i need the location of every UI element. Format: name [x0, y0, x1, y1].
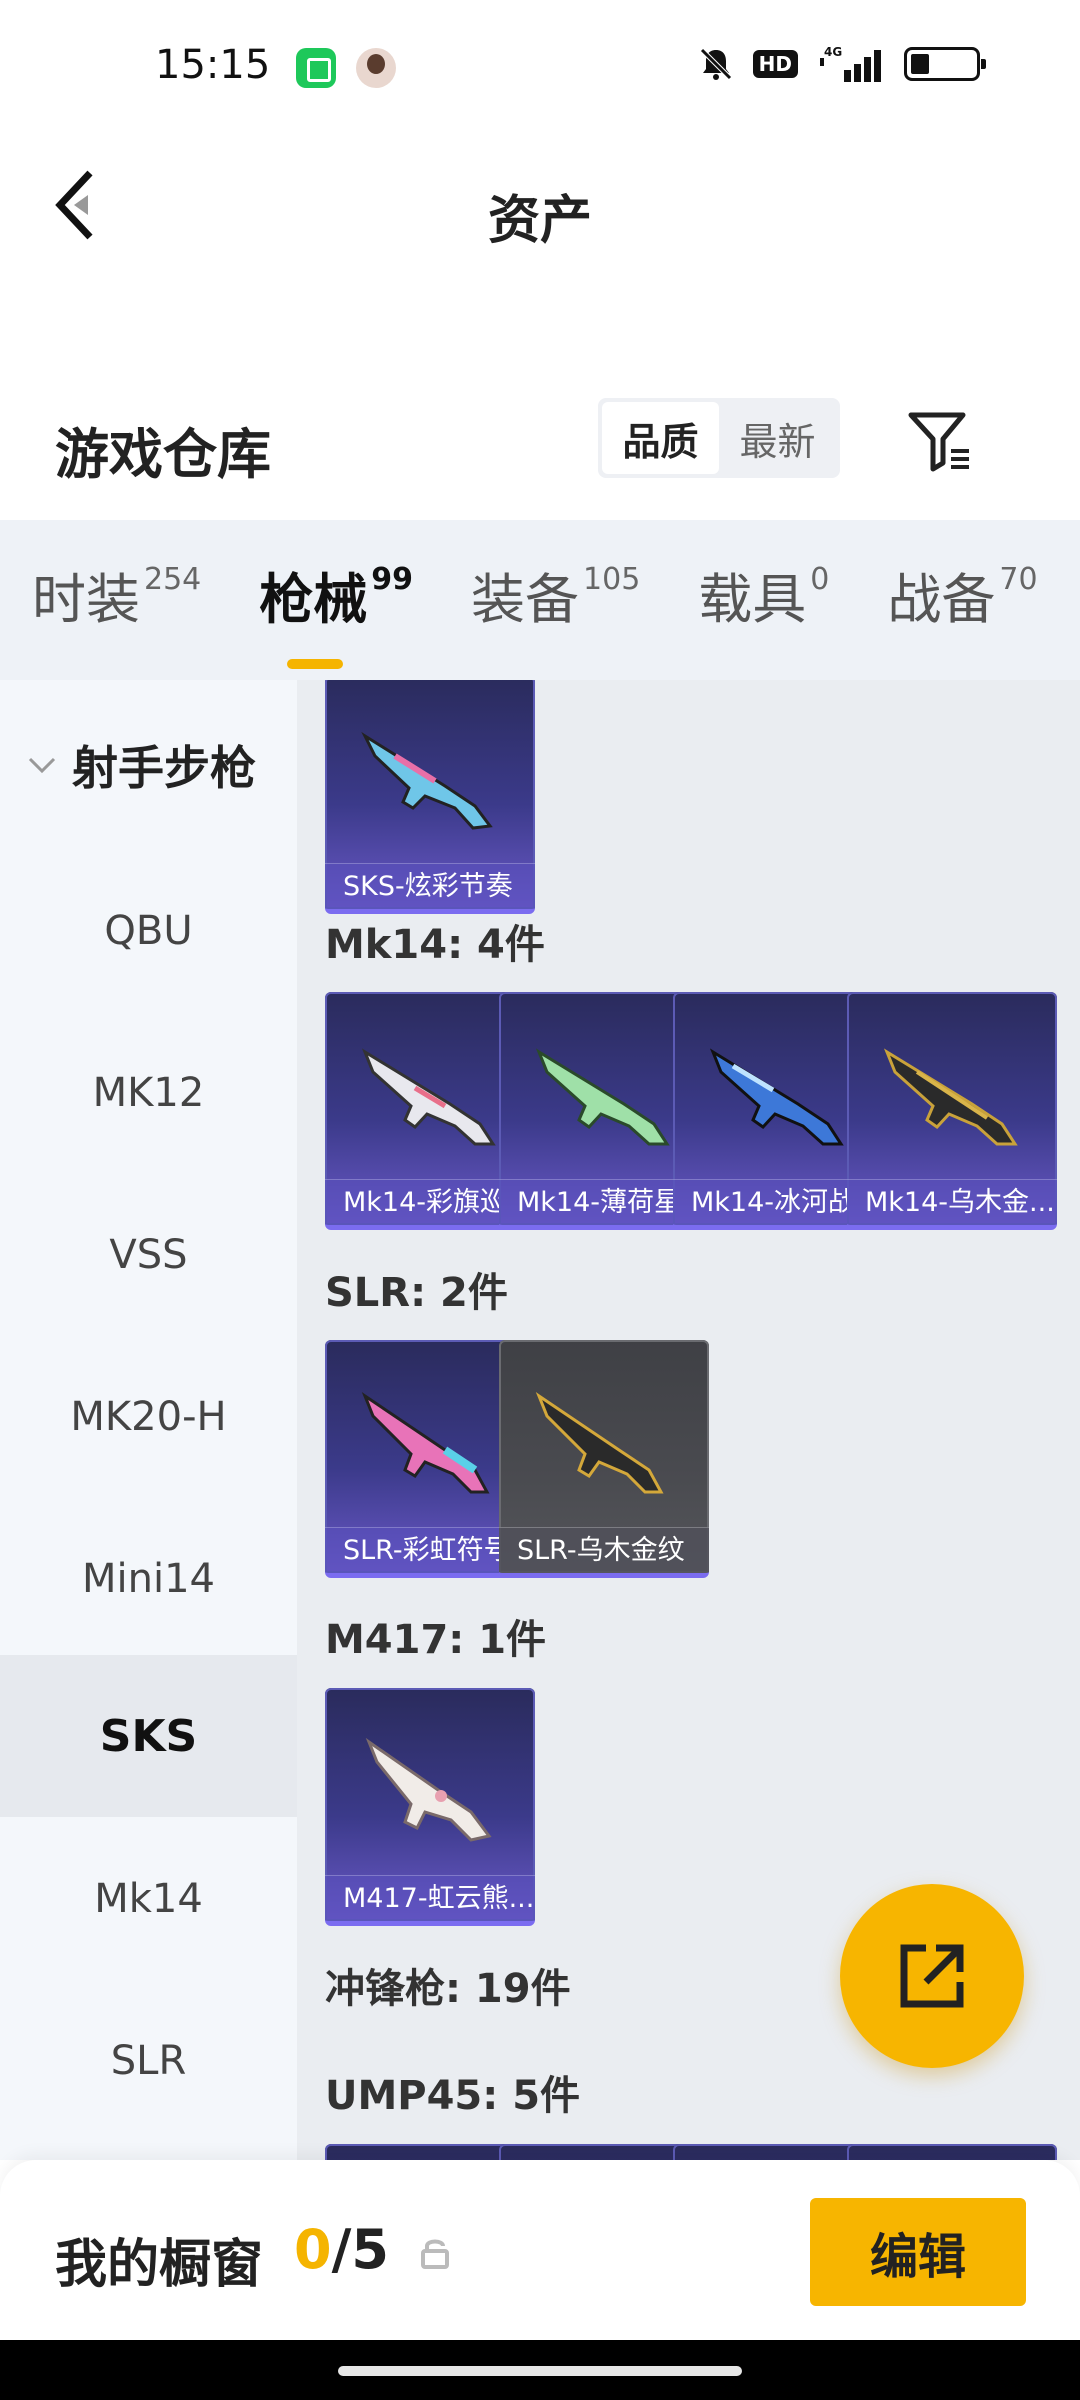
- sidebar-group-label: 射手步枪: [72, 741, 256, 795]
- tab-count: 99: [371, 562, 414, 597]
- weapon-card[interactable]: Mk14-乌木金...: [847, 992, 1057, 1230]
- weapon-card[interactable]: SKS-炫彩节奏: [325, 680, 535, 914]
- share-button[interactable]: [840, 1884, 1024, 2068]
- sort-toggle: 品质 最新: [598, 398, 840, 478]
- tab-guns[interactable]: 枪械 99: [201, 565, 413, 669]
- section-title-smg: 冲锋枪: 19件: [325, 1966, 571, 2012]
- rifle-image-icon: [709, 1048, 844, 1146]
- tab-vehicles[interactable]: 载具 0: [640, 565, 829, 627]
- weapon-card-label: SLR-乌木金纹: [499, 1527, 709, 1573]
- status-icons: HD 4G: [697, 44, 986, 84]
- section-title-ump45: UMP45: 5件: [325, 2073, 581, 2119]
- tab-label: 载具: [698, 568, 807, 631]
- home-indicator[interactable]: [338, 2366, 742, 2376]
- sort-by-newest-button[interactable]: 最新: [719, 402, 836, 474]
- card-row-sks: SKS-炫彩节奏: [325, 680, 535, 914]
- warehouse-title: 游戏仓库: [55, 423, 271, 486]
- tab-count: 254: [144, 562, 202, 597]
- hd-icon: HD: [752, 50, 798, 78]
- tab-supplies[interactable]: 战备 70: [829, 565, 1037, 627]
- weapon-card-label: M417-虹云熊...: [325, 1875, 535, 1921]
- weapon-card-label: Mk14-乌木金...: [847, 1179, 1057, 1225]
- showcase-bar: 我的橱窗 0/5 编辑: [0, 2160, 1080, 2340]
- card-row-ump45: [325, 2144, 1057, 2160]
- section-title-mk14: Mk14: 4件: [325, 922, 545, 968]
- sidebar-item-mini14[interactable]: Mini14: [0, 1498, 297, 1660]
- battery-icon: [904, 47, 986, 81]
- tab-label: 枪械: [259, 568, 368, 631]
- tab-count: 105: [583, 562, 641, 597]
- rifle-image-icon: [535, 1048, 670, 1146]
- tab-fashion[interactable]: 时装 254: [0, 565, 201, 627]
- card-row-slr: SLR-彩虹符号 SLR-乌木金纹: [325, 1340, 709, 1578]
- header: 资产: [0, 130, 1080, 280]
- showcase-label: 我的橱窗: [55, 2235, 264, 2295]
- showcase-total: 5: [351, 2218, 389, 2281]
- share-icon: [900, 1944, 964, 2008]
- weapon-card-label: SKS-炫彩节奏: [325, 863, 535, 909]
- sidebar: 射手步枪 QBU MK12 VSS MK20-H Mini14 SKS Mk14…: [0, 680, 297, 2160]
- sidebar-item-qbu[interactable]: QBU: [0, 850, 297, 1012]
- rifle-image-icon: [365, 1737, 492, 1842]
- filter-icon: [908, 412, 969, 472]
- page-title: 资产: [487, 191, 592, 251]
- bell-muted-icon: [699, 48, 732, 80]
- chevron-down-icon: [28, 757, 56, 774]
- showcase-separator: /: [331, 2218, 352, 2281]
- warehouse-bar: 游戏仓库 品质 最新: [0, 380, 1080, 520]
- tab-label: 战备: [887, 568, 996, 631]
- tab-label: 时装: [32, 568, 140, 631]
- rifle-image-icon: [361, 731, 493, 830]
- section-title-slr: SLR: 2件: [325, 1270, 508, 1316]
- weapon-card[interactable]: M417-虹云熊...: [325, 1688, 535, 1926]
- sidebar-item-mk12[interactable]: MK12: [0, 1012, 297, 1174]
- avatar-icon: [356, 48, 396, 88]
- status-bar: 15:15 HD 4G: [0, 0, 1080, 130]
- sidebar-item-slr[interactable]: SLR: [0, 1980, 297, 2142]
- navigation-bar: [0, 2340, 1080, 2400]
- card-row-m417: M417-虹云熊...: [325, 1688, 535, 1926]
- showcase-current: 0: [294, 2218, 332, 2281]
- lock-icon: [421, 2239, 449, 2269]
- category-tabs: 时装 254 枪械 99 装备 105 载具 0 战备 70: [0, 520, 1080, 680]
- edit-button[interactable]: 编辑: [810, 2198, 1026, 2306]
- showcase-count: 0/5: [294, 2218, 389, 2281]
- signal-4g-icon: 4G: [820, 45, 881, 82]
- svg-text:4G: 4G: [824, 45, 842, 59]
- sort-by-quality-button[interactable]: 品质: [602, 402, 719, 474]
- app-green-icon: [296, 48, 336, 88]
- tab-count: 0: [810, 562, 830, 597]
- rifle-image-icon: [361, 1392, 490, 1494]
- rifle-image-icon: [361, 1048, 496, 1146]
- sidebar-item-mk14[interactable]: Mk14: [0, 1818, 297, 1980]
- tab-label: 装备: [471, 568, 580, 631]
- weapon-card[interactable]: SLR-乌木金纹: [499, 1340, 709, 1578]
- filter-button[interactable]: [900, 402, 980, 482]
- sidebar-item-sks[interactable]: SKS: [0, 1655, 297, 1817]
- active-tab-indicator: [287, 659, 344, 669]
- sidebar-item-vss[interactable]: VSS: [0, 1174, 297, 1336]
- status-time: 15:15: [155, 42, 271, 88]
- rifle-image-icon: [883, 1048, 1018, 1146]
- rifle-image-icon: [535, 1392, 664, 1494]
- tab-equipment[interactable]: 装备 105: [413, 565, 640, 627]
- sidebar-group-dmr[interactable]: 射手步枪: [0, 680, 297, 850]
- section-title-m417: M417: 1件: [325, 1617, 547, 1663]
- card-row-mk14: Mk14-彩旗巡 Mk14-薄荷星 Mk14-冰河战 Mk14-乌木金...: [325, 992, 1057, 1230]
- sidebar-item-mk20h[interactable]: MK20-H: [0, 1336, 297, 1498]
- tab-count: 70: [999, 562, 1038, 597]
- weapon-card[interactable]: [847, 2144, 1057, 2160]
